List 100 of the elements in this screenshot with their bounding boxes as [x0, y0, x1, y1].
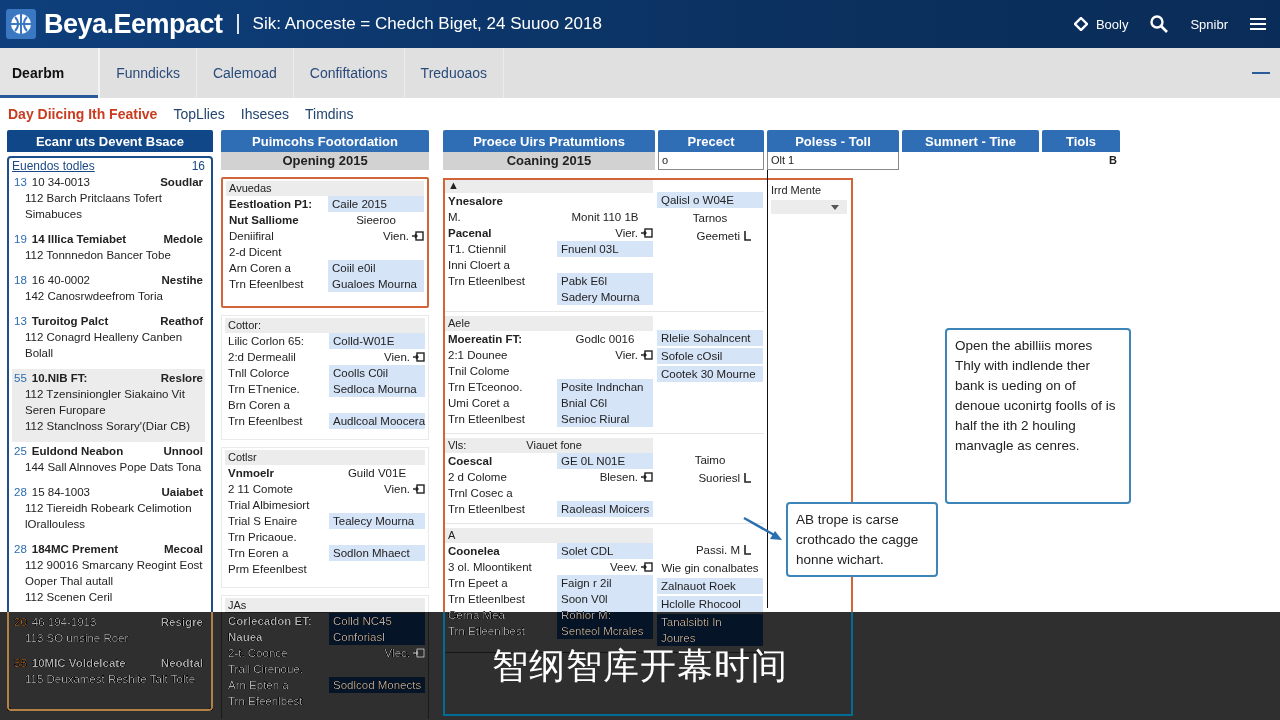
- entry-detail: 142 Canosrwdeefrom Toria: [24, 289, 164, 304]
- list-item[interactable]: 19 14 Illica Temiabet Medole 112 Tonnnedon Bancer Tobe: [12, 230, 205, 271]
- dropdown-field[interactable]: [771, 200, 847, 214]
- entry-detail: 144 Sall Alnnoves Pope Dats Tona: [24, 460, 203, 475]
- view-link[interactable]: Vier.: [557, 225, 653, 241]
- field-value: Qalisl o W04E: [657, 192, 763, 208]
- list-item[interactable]: 13 Turoitog Palct Reathof 112 Conagrd Healleny Canben Bolall: [12, 312, 205, 369]
- search-icon[interactable]: [1150, 15, 1169, 33]
- field-label: Tnil Colome: [447, 364, 511, 379]
- list-item[interactable]: 13 10 34-0013 Soudlar 112 Barch Pritclaans Tofert Simabuces: [12, 173, 205, 230]
- list-item[interactable]: 18 16 40-0002 Nestihe 142 Canosrwdeefrom Toria: [12, 271, 205, 312]
- field-value: Rlelie Sohalncent: [657, 330, 763, 346]
- field-label: Trn Etleenlbest: [447, 274, 526, 289]
- sub-tab[interactable]: TopLlies: [173, 106, 225, 122]
- group-header: Coaning 2015: [443, 152, 655, 170]
- window-icon: [413, 352, 425, 362]
- field-value: Taimo: [693, 453, 727, 468]
- field-label: T1. Ctiennil: [447, 242, 508, 257]
- field-value: Sofole cOsil: [657, 348, 763, 364]
- field-label: M.: [447, 210, 462, 225]
- field-value: Sedloca Mourna: [329, 381, 425, 397]
- list-item[interactable]: 55 10.NIB FT: Reslore 112 Tzensiniongler Siakaino Vit Seren Furopare 112 Stanclnoss Sorary'(Diar CB): [12, 369, 205, 442]
- column-header: Precect: [658, 130, 764, 152]
- view-link[interactable]: Vien.: [329, 481, 425, 497]
- view-link[interactable]: Vien.: [329, 349, 425, 365]
- field-label: Trn Etleenlbest: [447, 624, 526, 639]
- view-link[interactable]: Vien.: [328, 228, 424, 244]
- field-label: Prm Efeenlbest: [227, 562, 308, 577]
- entry-title: 15 84-1003: [31, 485, 90, 500]
- field-label: Coonelea: [447, 544, 501, 559]
- detail-card[interactable]: Cotlsr Vnmoelr Guild V01E 2 11 Comote Vien. Trial Albimesiort Trial S Enaire Tealecy Mourna Trn Pricaoue. Trn Eoren a Sodlon Mhaect Prm Efeenlbest: [221, 447, 429, 588]
- field-value: Sieeroo: [355, 213, 397, 228]
- field-value: Soon V0l: [557, 591, 653, 607]
- sub-tab[interactable]: Timdins: [305, 106, 354, 122]
- view-link[interactable]: Veev.: [557, 559, 653, 575]
- sub-tab[interactable]: Ihseses: [240, 106, 289, 122]
- list-item[interactable]: 28 184MC Prement Mecoal 112 90016 Smarcany Reogint Eost Ooper Thal autall 112 Scenen Ceril: [12, 540, 205, 613]
- nav-tab[interactable]: Dearbm: [0, 48, 101, 98]
- entry-detail: lOrallouless: [24, 517, 87, 532]
- field-value: Raoleasl Moicers: [557, 501, 653, 517]
- field-value: Faign r 2il: [557, 575, 653, 591]
- view-link[interactable]: Blesen.: [557, 469, 653, 485]
- field-value: GE 0L N01E: [557, 453, 653, 469]
- column-header: Puimcohs Footordation: [221, 130, 429, 152]
- detail-card[interactable]: Cottor: Lilic Corlon 65: Colld-W01E 2:d Dermealil Vien. Tnll Colorce Coolls C0il Trn ETnenice. Sedloca Mourna Brn Coren a Trn Efeenlbest Audlcoal Moocera: [221, 315, 429, 440]
- header-link[interactable]: Spnibr: [1190, 16, 1228, 32]
- card-title: Cotlsr: [228, 450, 257, 465]
- field-value: Guild V01E: [346, 466, 408, 481]
- field-value: Sodlon Mhaect: [329, 545, 425, 561]
- entry-number: 13: [14, 314, 27, 329]
- entry-number: 28: [14, 542, 27, 557]
- detail-card[interactable]: Avuedas Eestloation P1: Caile 2015 Nut Salliome Sieeroo Deniifiral Vien. 2-d Dicent Arn Coren a Coiil e0il Trn Efeenlbest Gualoes Mourna: [221, 177, 429, 308]
- list-item[interactable]: 25 Euldond Neabon Unnool 144 Sall Alnnoves Pope Dats Tona: [12, 442, 205, 483]
- nav-tab[interactable]: Calemoad: [196, 48, 294, 98]
- entry-title: 46 194-1913: [31, 615, 97, 630]
- list-title[interactable]: Euendos todles: [12, 159, 95, 173]
- field-label: Pacenal: [447, 226, 493, 241]
- field-label: Trial Albimesiort: [227, 498, 311, 513]
- nav-tab[interactable]: Funndicks: [100, 48, 197, 98]
- entry-title: 184MC Prement: [31, 542, 119, 557]
- view-link[interactable]: Vier.: [557, 347, 653, 363]
- minimize-icon[interactable]: [1252, 71, 1270, 75]
- window-icon: [641, 350, 653, 360]
- sub-tab[interactable]: Day Diicing Ith Feative: [8, 106, 158, 122]
- table-cell: o: [658, 152, 764, 170]
- entry-detail: 112 90016 Smarcany Reogint Eost: [24, 558, 203, 573]
- field-label: Nut Salliome: [228, 213, 300, 228]
- card-title: A: [448, 528, 456, 543]
- list-count: 16: [191, 159, 205, 173]
- field-value: Coolls C0il: [329, 365, 425, 381]
- column-header: Sumnert - Tine: [902, 130, 1039, 152]
- field-label: Trn Efeenlbest: [227, 694, 304, 709]
- field-label: 2 d Colome: [447, 470, 508, 485]
- field-value: Cootek 30 Mourne: [657, 366, 763, 382]
- nav-tab[interactable]: Confiftations: [293, 48, 405, 98]
- nav-tab[interactable]: Treduoaos: [404, 48, 505, 98]
- entry-status: Resigre: [160, 615, 203, 630]
- field-label: Deniifiral: [228, 229, 275, 244]
- menu-icon[interactable]: [1250, 18, 1266, 30]
- entry-status: Mecoal: [164, 542, 203, 557]
- callout: Open the abilliis mores Thly with indlende ther bank is ueding on of denoue uconirtg foolls of is half the ith 2 houling manvagle as cenres.: [945, 328, 1131, 504]
- globe-icon: [6, 9, 36, 39]
- field-label: Trn Etleenlbest: [447, 592, 526, 607]
- window-icon: [641, 562, 653, 572]
- window-icon: [413, 484, 425, 494]
- field-value: Tarnos: [691, 211, 729, 226]
- window-icon: [412, 231, 424, 241]
- group-header: Opening 2015: [221, 152, 429, 170]
- card-title: ▲: [448, 178, 459, 193]
- entry-status: Unnool: [163, 444, 203, 459]
- entry-number: 20: [14, 615, 27, 630]
- entry-title: Turoitog Palct: [31, 314, 109, 329]
- field-value: Pabk E6l: [557, 273, 653, 289]
- header-link[interactable]: Booly: [1073, 16, 1129, 32]
- list-item[interactable]: 28 15 84-1003 Uaiabet 112 Tiereidh Robeark Celimotion lOrallouless: [12, 483, 205, 540]
- field-label: Trn ETnenice.: [227, 382, 301, 397]
- entry-detail: 112 Scenen Ceril: [24, 590, 114, 605]
- entry-status: Uaiabet: [161, 485, 203, 500]
- table-cell: Olt 1: [767, 152, 899, 170]
- field-value: Wie gin conalbates: [660, 561, 760, 576]
